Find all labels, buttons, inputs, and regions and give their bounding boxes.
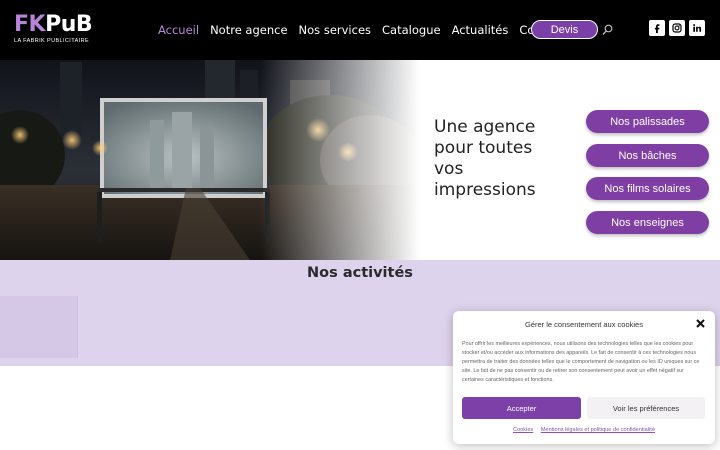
devis-button[interactable]: Devis	[531, 20, 598, 39]
logo-tagline: LA FABRIK PUBLICITAIRE	[14, 38, 90, 44]
cookie-links: Cookies Mentions légales et politique de…	[453, 427, 715, 433]
linkedin-icon[interactable]	[689, 20, 705, 36]
nav-item-notre-agence[interactable]: Notre agence	[210, 23, 287, 37]
search-icon[interactable]	[602, 24, 613, 36]
instagram-icon[interactable]	[669, 20, 685, 36]
nav-item-nos-services[interactable]: Nos services	[299, 23, 371, 37]
activity-card[interactable]	[0, 296, 78, 358]
cookie-description: Pour offrir les meilleures expériences, …	[462, 341, 700, 384]
nav-item-actualites[interactable]: Actualités	[452, 23, 509, 37]
logo[interactable]: FKPuB LA FABRIK PUBLICITAIRE	[14, 14, 98, 46]
hero-title-line: impressions	[434, 180, 536, 200]
activities-title: Nos activités	[307, 265, 413, 281]
hero-title-line: pour toutes	[434, 138, 533, 158]
hero-section: Une agence pour toutes vos impressions N…	[0, 60, 720, 260]
logo-prefix: FK	[14, 12, 46, 37]
nav-item-catalogue[interactable]: Catalogue	[382, 23, 441, 37]
facebook-icon[interactable]	[649, 20, 665, 36]
accept-button[interactable]: Accepter	[462, 397, 581, 419]
enseignes-button[interactable]: Nos enseignes	[586, 211, 709, 234]
baches-button[interactable]: Nos bâches	[586, 144, 709, 167]
hero-title-line: vos	[434, 159, 464, 179]
palissades-button[interactable]: Nos palissades	[586, 110, 709, 133]
nav-item-accueil[interactable]: Accueil	[158, 23, 199, 37]
cookie-title: Gérer le consentement aux cookies	[525, 320, 643, 329]
cookies-link[interactable]: Cookies	[513, 427, 533, 433]
site-header: FKPuB LA FABRIK PUBLICITAIRE Accueil Not…	[0, 0, 720, 60]
hero-billboard-image	[0, 60, 420, 260]
hero-title: Une agence pour toutes vos impressions	[434, 117, 574, 201]
legal-notice-link[interactable]: Mentions légales et politique de confide…	[541, 427, 655, 433]
logo-suffix: PuB	[45, 12, 93, 37]
close-icon[interactable]	[696, 319, 705, 328]
films-solaires-button[interactable]: Nos films solaires	[586, 177, 709, 200]
cookie-consent-dialog: Gérer le consentement aux cookies Pour o…	[453, 311, 715, 444]
preferences-button[interactable]: Voir les préférences	[587, 397, 705, 419]
page: FKPuB LA FABRIK PUBLICITAIRE Accueil Not…	[0, 0, 720, 450]
main-nav: Accueil Notre agence Nos services Catalo…	[158, 20, 575, 40]
hero-title-line: Une agence	[434, 117, 536, 137]
logo-wordmark: FKPuB	[14, 14, 98, 36]
